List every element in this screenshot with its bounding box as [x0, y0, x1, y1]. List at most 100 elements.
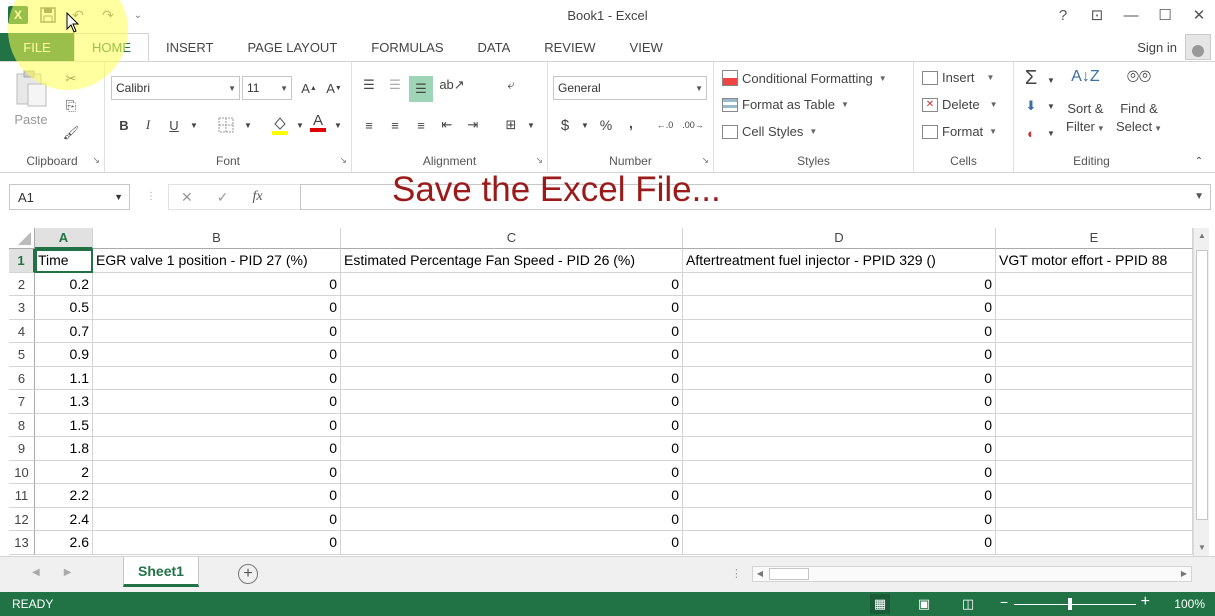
chevron-down-icon[interactable]: ▼ [237, 114, 259, 136]
bold-button[interactable]: B [113, 114, 135, 136]
cell-b[interactable]: 0 [93, 272, 341, 296]
chevron-down-icon[interactable]: ▼ [574, 114, 596, 136]
insert-cells-button[interactable]: Insert ▼ [922, 70, 994, 85]
page-layout-view-icon[interactable]: ▣ [914, 594, 934, 614]
header-cell-e[interactable]: VGT motor effort - PPID 88 [996, 249, 1193, 273]
align-left-icon[interactable]: ≡ [358, 114, 380, 136]
tab-split-handle[interactable]: ⋮ [731, 567, 742, 580]
dialog-launcher-icon[interactable]: ↘ [701, 155, 709, 166]
cell-e[interactable] [996, 366, 1193, 390]
cell-b[interactable]: 0 [93, 484, 341, 508]
page-break-view-icon[interactable]: ◫ [958, 594, 978, 614]
cell-c[interactable]: 0 [341, 437, 683, 461]
row-header[interactable]: 7 [9, 390, 35, 414]
ribbon-display-icon[interactable]: ⊡ [1087, 4, 1107, 26]
align-top-icon[interactable]: ☰ [358, 74, 380, 96]
sheet-tab-sheet1[interactable]: Sheet1 [123, 557, 199, 587]
cut-icon[interactable]: ✂ [60, 68, 82, 90]
tab-formulas[interactable]: FORMULAS [354, 33, 460, 61]
percent-button[interactable]: % [595, 114, 617, 136]
cell-e[interactable] [996, 507, 1193, 531]
cell-d[interactable]: 0 [683, 437, 996, 461]
cell-e[interactable] [996, 296, 1193, 320]
cancel-icon[interactable]: ✕ [181, 189, 193, 206]
cell-a[interactable]: 0.7 [35, 319, 93, 343]
cell-a[interactable]: 2 [35, 460, 93, 484]
fill-icon[interactable]: ⬇ [1020, 95, 1042, 117]
format-cells-button[interactable]: Format ▼ [922, 124, 997, 139]
horizontal-scroll-thumb[interactable] [769, 568, 809, 580]
cell-d[interactable]: 0 [683, 296, 996, 320]
dialog-launcher-icon[interactable]: ↘ [339, 155, 347, 166]
avatar[interactable] [1185, 34, 1211, 60]
tab-data[interactable]: DATA [461, 33, 528, 61]
chevron-down-icon[interactable]: ▼ [1040, 95, 1062, 117]
row-header[interactable]: 1 [9, 249, 35, 273]
increase-indent-icon[interactable]: ⇥ [462, 114, 484, 136]
underline-button[interactable]: U [163, 114, 185, 136]
cell-a[interactable]: 0.2 [35, 272, 93, 296]
row-header[interactable]: 13 [9, 531, 35, 555]
cell-d[interactable]: 0 [683, 413, 996, 437]
cell-e[interactable] [996, 343, 1193, 367]
row-header[interactable]: 6 [9, 366, 35, 390]
cell-d[interactable]: 0 [683, 390, 996, 414]
italic-button[interactable]: I [137, 114, 159, 136]
cell-b[interactable]: 0 [93, 413, 341, 437]
cell-e[interactable] [996, 484, 1193, 508]
cell-b[interactable]: 0 [93, 390, 341, 414]
cell-c[interactable]: 0 [341, 272, 683, 296]
cell-b[interactable]: 0 [93, 343, 341, 367]
cell-c[interactable]: 0 [341, 390, 683, 414]
cell-a[interactable]: 0.5 [35, 296, 93, 320]
cell-b[interactable]: 0 [93, 296, 341, 320]
orientation-icon[interactable]: ab↗ [439, 74, 464, 96]
scroll-up-icon[interactable]: ▲ [1194, 228, 1210, 244]
sort-filter-button[interactable]: A↓Z Sort & Filter ▼ [1066, 68, 1105, 138]
header-cell-a[interactable]: Time [35, 249, 93, 273]
cell-e[interactable] [996, 390, 1193, 414]
row-header[interactable]: 3 [9, 296, 35, 320]
cell-c[interactable]: 0 [341, 507, 683, 531]
row-header[interactable]: 12 [9, 507, 35, 531]
cell-a[interactable]: 1.1 [35, 366, 93, 390]
zoom-out-icon[interactable]: − [1000, 594, 1008, 610]
cell-b[interactable]: 0 [93, 319, 341, 343]
cell-b[interactable]: 0 [93, 437, 341, 461]
align-right-icon[interactable]: ≡ [410, 114, 432, 136]
cell-c[interactable]: 0 [341, 460, 683, 484]
horizontal-scrollbar[interactable]: ◀ ▶ [752, 566, 1192, 582]
tab-home[interactable]: HOME [74, 33, 149, 61]
add-sheet-button[interactable]: + [238, 564, 258, 584]
vertical-scrollbar[interactable]: ▲ ▼ [1193, 228, 1209, 556]
increase-decimal-icon[interactable]: ←.0 [654, 114, 676, 136]
cell-e[interactable] [996, 437, 1193, 461]
cell-c[interactable]: 0 [341, 484, 683, 508]
vertical-scroll-thumb[interactable] [1196, 250, 1208, 520]
cell-a[interactable]: 0.9 [35, 343, 93, 367]
cell-a[interactable]: 2.2 [35, 484, 93, 508]
help-icon[interactable]: ? [1053, 4, 1073, 26]
scroll-right-icon[interactable]: ▶ [1177, 567, 1191, 581]
cell-d[interactable]: 0 [683, 272, 996, 296]
row-header[interactable]: 2 [9, 272, 35, 296]
cell-b[interactable]: 0 [93, 531, 341, 555]
cell-d[interactable]: 0 [683, 531, 996, 555]
row-header[interactable]: 5 [9, 343, 35, 367]
format-painter-icon[interactable]: 🖌 [60, 122, 82, 144]
tab-review[interactable]: REVIEW [527, 33, 612, 61]
chevron-down-icon[interactable]: ▼ [520, 114, 542, 136]
copy-icon[interactable]: ⎘ [60, 95, 82, 117]
chevron-down-icon[interactable]: ▼ [183, 114, 205, 136]
row-header[interactable]: 10 [9, 460, 35, 484]
cell-b[interactable]: 0 [93, 366, 341, 390]
chevron-down-icon[interactable]: ▼ [327, 114, 349, 136]
cell-c[interactable]: 0 [341, 343, 683, 367]
column-header-c[interactable]: C [341, 228, 683, 249]
next-sheet-icon[interactable]: ▶ [64, 567, 72, 578]
chevron-down-icon[interactable]: ▼ [1040, 122, 1062, 144]
align-center-icon[interactable]: ≡ [384, 114, 406, 136]
chevron-down-icon[interactable]: ▼ [1040, 69, 1062, 91]
cell-d[interactable]: 0 [683, 484, 996, 508]
format-as-table-button[interactable]: Format as Table ▼ [722, 97, 849, 112]
